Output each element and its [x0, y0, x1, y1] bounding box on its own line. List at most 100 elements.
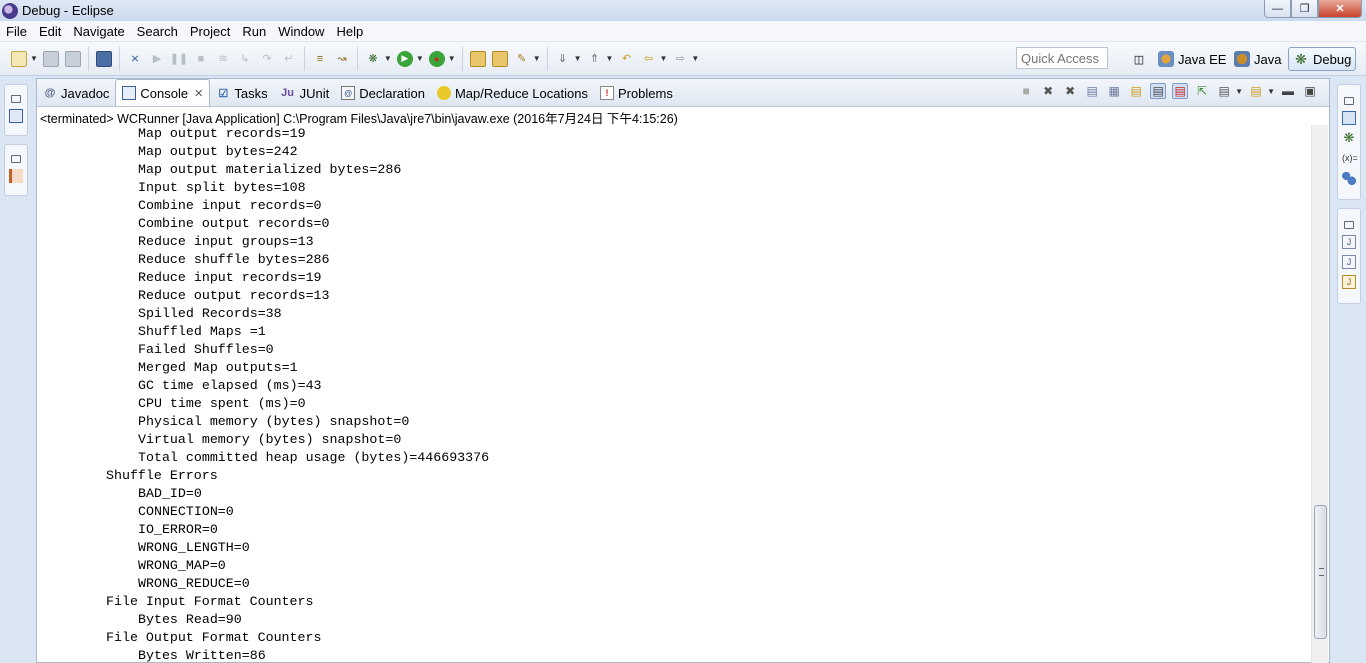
left-trim-group-2 — [4, 144, 28, 196]
new-icon[interactable] — [11, 50, 27, 67]
toolbar-group-navigate: ⇓ ▼ ⇑ ▼ ↶ ⇦ ▼ ⇨ ▼ — [546, 46, 706, 71]
menu-run[interactable]: Run — [236, 24, 272, 39]
save-icon[interactable] — [42, 50, 59, 67]
expressions-view-icon[interactable]: (x)= — [1342, 151, 1358, 165]
terminal-icon[interactable] — [95, 50, 112, 67]
display-console-icon[interactable]: ▤ — [1216, 83, 1232, 99]
restore-view-icon-2[interactable] — [11, 155, 21, 163]
open-task-icon[interactable] — [491, 50, 508, 67]
debug-dropdown-icon[interactable]: ▼ — [384, 54, 392, 63]
open-console-dropdown-icon[interactable]: ▼ — [1267, 87, 1275, 96]
run-dropdown-icon[interactable]: ▼ — [416, 54, 424, 63]
perspective-java[interactable]: Java — [1234, 47, 1281, 71]
java-file-icon-1[interactable]: J — [1342, 235, 1356, 249]
tab-junit[interactable]: Ju JUnit — [274, 80, 336, 106]
next-annotation-dropdown-icon[interactable]: ▼ — [574, 54, 582, 63]
open-perspective-icon[interactable]: ◫ — [1131, 51, 1147, 67]
search-icon[interactable]: ✎ — [514, 51, 530, 67]
tab-declaration[interactable]: @ Declaration — [335, 80, 431, 106]
variables-view-icon[interactable] — [1342, 111, 1356, 125]
resume-icon[interactable]: ▶ — [149, 51, 165, 67]
show-on-stderr-icon[interactable]: ▤ — [1172, 83, 1189, 99]
restore-view-icon-4[interactable] — [1344, 221, 1354, 229]
open-type-icon[interactable] — [469, 50, 486, 67]
menu-search[interactable]: Search — [131, 24, 184, 39]
minimize-button[interactable]: — — [1264, 0, 1291, 18]
java-file-icon-3[interactable]: J — [1342, 275, 1356, 289]
perspective-java-ee[interactable]: Java EE — [1158, 47, 1226, 71]
search-dropdown-icon[interactable]: ▼ — [533, 54, 541, 63]
open-console-icon[interactable]: ▤ — [1248, 83, 1264, 99]
menu-navigate[interactable]: Navigate — [67, 24, 130, 39]
next-annotation-icon[interactable]: ⇓ — [555, 51, 571, 67]
scrollbar-grip-icon — [1319, 568, 1324, 576]
prev-annotation-dropdown-icon[interactable]: ▼ — [606, 54, 614, 63]
back-dropdown-icon[interactable]: ▼ — [659, 54, 667, 63]
hierarchy-view-icon[interactable] — [9, 169, 23, 183]
clear-console-icon[interactable]: ▤ — [1084, 83, 1100, 99]
java-file-icon-2[interactable]: J — [1342, 255, 1356, 269]
eclipse-icon — [2, 2, 18, 19]
pin-console-icon[interactable]: ⇱ — [1194, 83, 1210, 99]
prev-annotation-icon[interactable]: ⇑ — [587, 51, 603, 67]
console-output[interactable]: Map output records=19 Map output bytes=24… — [37, 125, 1311, 663]
tab-tasks[interactable]: ☑ Tasks — [210, 80, 273, 106]
scroll-lock-icon[interactable]: ▦ — [1106, 83, 1122, 99]
external-tools-icon[interactable]: ● — [428, 50, 445, 67]
tab-console[interactable]: Console ✕ — [115, 79, 211, 106]
restore-view-icon[interactable] — [11, 95, 21, 103]
forward-dropdown-icon[interactable]: ▼ — [691, 54, 699, 63]
last-edit-icon[interactable]: ↶ — [618, 51, 634, 67]
close-tab-icon[interactable]: ✕ — [194, 87, 203, 100]
view-tab-bar: @ Javadoc Console ✕ ☑ Tasks Ju JUnit @ D… — [37, 79, 1329, 107]
show-on-stdout-icon[interactable]: ▤ — [1150, 83, 1167, 99]
tab-map-reduce-locations[interactable]: Map/Reduce Locations — [431, 80, 594, 106]
terminate-console-icon[interactable]: ■ — [1018, 83, 1034, 99]
back-icon[interactable]: ⇦ — [640, 51, 656, 67]
close-button[interactable]: ✕ — [1318, 0, 1362, 18]
menu-project[interactable]: Project — [184, 24, 236, 39]
run-icon[interactable]: ▶ — [396, 50, 413, 67]
menu-file[interactable]: File — [0, 24, 33, 39]
outline-view-icon[interactable] — [9, 109, 23, 123]
forward-icon[interactable]: ⇨ — [672, 51, 688, 67]
display-console-dropdown-icon[interactable]: ▼ — [1235, 87, 1243, 96]
remove-launch-icon[interactable]: ✖ — [1040, 83, 1056, 99]
restore-button[interactable]: ❐ — [1291, 0, 1318, 18]
tab-javadoc[interactable]: @ Javadoc — [37, 80, 115, 106]
vertical-scrollbar[interactable] — [1311, 125, 1328, 663]
drop-to-frame-icon[interactable]: ↝ — [334, 51, 350, 67]
external-tools-dropdown-icon[interactable]: ▼ — [448, 54, 456, 63]
scrollbar-thumb[interactable] — [1314, 505, 1327, 639]
menu-window[interactable]: Window — [272, 24, 330, 39]
maximize-view-icon[interactable]: ▣ — [1302, 83, 1318, 99]
minimize-view-icon[interactable]: ▬ — [1280, 83, 1296, 99]
restore-view-icon-3[interactable] — [1344, 97, 1354, 105]
use-step-filters-icon[interactable]: ≡ — [312, 51, 328, 67]
skip-breakpoints-icon[interactable]: ⨯ — [127, 51, 143, 67]
step-return-icon[interactable]: ↵ — [281, 51, 297, 67]
toolbar-group-launch: ❋ ▼ ▶ ▼ ● ▼ — [356, 46, 462, 71]
save-all-icon[interactable] — [64, 50, 81, 67]
junit-icon: Ju — [281, 87, 294, 99]
disconnect-icon[interactable]: ≋ — [215, 51, 231, 67]
terminate-icon[interactable]: ■ — [193, 51, 209, 67]
suspend-icon[interactable]: ❚❚ — [170, 51, 188, 67]
quick-access-input[interactable] — [1016, 47, 1108, 69]
perspective-debug[interactable]: ❋ Debug — [1288, 47, 1357, 71]
menu-edit[interactable]: Edit — [33, 24, 67, 39]
remove-all-terminated-icon[interactable]: ✖ — [1062, 83, 1078, 99]
menu-help[interactable]: Help — [330, 24, 369, 39]
debug-icon[interactable]: ❋ — [365, 51, 381, 67]
step-over-icon[interactable]: ↷ — [259, 51, 275, 67]
tab-problems[interactable]: ! Problems — [594, 80, 679, 106]
step-into-icon[interactable]: ↳ — [237, 51, 253, 67]
word-wrap-icon[interactable]: ▤ — [1128, 83, 1144, 99]
console-line: Merged Map outputs=1 — [138, 360, 298, 375]
new-dropdown-icon[interactable]: ▼ — [30, 54, 38, 63]
registers-view-icon[interactable] — [1342, 171, 1356, 185]
console-line: GC time elapsed (ms)=43 — [138, 378, 322, 393]
tab-javadoc-label: Javadoc — [61, 85, 110, 101]
breakpoints-view-icon[interactable]: ❋ — [1342, 131, 1356, 145]
java-ee-icon — [1158, 51, 1174, 67]
